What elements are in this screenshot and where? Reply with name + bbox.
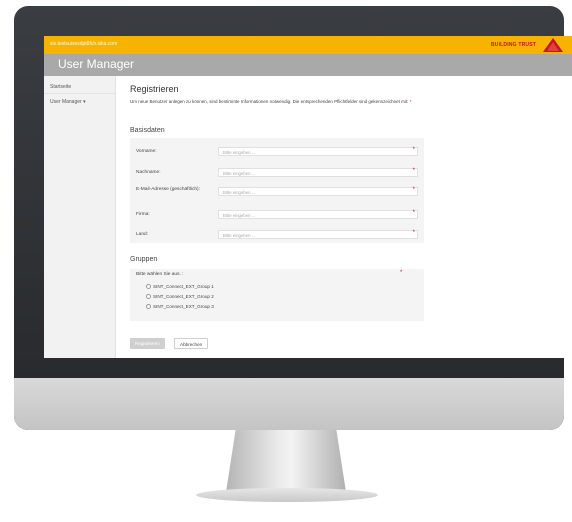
group-option-label: SINT_Connect_EXT_Group 2	[153, 294, 214, 299]
sidebar: Startseite User Manager ▾	[44, 76, 116, 358]
field-label-email: E-Mail-Adresse (geschäftlich):	[136, 187, 200, 192]
intro-text-body: Um neue Benutzer anlegen zu können, sind…	[130, 99, 409, 104]
required-marker: *	[409, 99, 412, 104]
basisdaten-heading: Basisdaten	[130, 127, 165, 134]
brand-slogan: BUILDING TRUST	[490, 42, 536, 48]
field-label-vorname: Vorname:	[136, 149, 157, 154]
basisdaten-panel: Vorname: Bitte eingeben ... * Nachname: …	[130, 138, 424, 243]
gruppen-prompt: Bitte wählen Sie aus. :	[136, 272, 184, 277]
monitor-chin	[14, 378, 564, 430]
group-option-label: SINT_Connect_EXT_Group 3	[153, 304, 214, 309]
cancel-button[interactable]: Abbrechen	[174, 338, 209, 349]
page-title: Registrieren	[130, 84, 179, 94]
radio-icon[interactable]	[146, 284, 151, 290]
email-placeholder: Bitte eingeben ...	[223, 189, 256, 195]
required-star: *	[412, 147, 415, 153]
sidebar-item-startseite[interactable]: Startseite	[44, 80, 116, 94]
app-title-bar: User Manager	[44, 54, 572, 76]
top-bar: sis.testsuisesdpt8fch.sika.com BUILDING …	[44, 36, 572, 54]
required-star: *	[412, 230, 415, 236]
land-placeholder: Bitte eingeben ...	[223, 232, 256, 238]
nachname-input[interactable]: Bitte eingeben ... *	[218, 168, 418, 177]
gruppen-heading: Gruppen	[130, 256, 158, 263]
sidebar-item-user-manager[interactable]: User Manager ▾	[44, 95, 116, 109]
vorname-placeholder: Bitte eingeben ...	[223, 149, 256, 155]
required-star: *	[412, 187, 415, 193]
firma-input[interactable]: Bitte eingeben ... *	[218, 210, 418, 219]
group-option-2[interactable]: SINT_Connect_EXT_Group 2	[146, 294, 214, 300]
group-option-1[interactable]: SINT_Connect_EXT_Group 1	[146, 284, 214, 290]
required-star: *	[412, 210, 415, 216]
land-select[interactable]: Bitte eingeben ... *	[218, 230, 418, 239]
registration-form: Registrieren Um neue Benutzer anlegen zu…	[130, 76, 560, 358]
field-label-firma: Firma:	[136, 212, 150, 217]
field-label-nachname: Nachname:	[136, 170, 161, 175]
site-url[interactable]: sis.testsuisesdpt8fch.sika.com	[50, 41, 117, 47]
email-input[interactable]: Bitte eingeben ... *	[218, 187, 418, 196]
app-title: User Manager	[58, 57, 135, 71]
firma-placeholder: Bitte eingeben ...	[223, 212, 256, 218]
required-star: *	[412, 168, 415, 174]
field-label-land: Land:	[136, 232, 149, 237]
register-button[interactable]: Registrieren	[130, 338, 165, 349]
intro-text: Um neue Benutzer anlegen zu können, sind…	[130, 99, 430, 105]
monitor-mockup: sis.testsuisesdpt8fch.sika.com BUILDING …	[0, 0, 572, 522]
vorname-input[interactable]: Bitte eingeben ... *	[218, 147, 418, 156]
monitor-stand-base	[196, 488, 378, 502]
group-option-label: SINT_Connect_EXT_Group 1	[153, 284, 214, 289]
monitor-screen: sis.testsuisesdpt8fch.sika.com BUILDING …	[44, 36, 572, 358]
nachname-placeholder: Bitte eingeben ...	[223, 170, 256, 176]
gruppen-panel: Bitte wählen Sie aus. : * SINT_Connect_E…	[130, 269, 424, 321]
group-option-3[interactable]: SINT_Connect_EXT_Group 3	[146, 304, 214, 310]
monitor-stand-neck	[226, 430, 346, 492]
radio-icon[interactable]	[146, 294, 151, 300]
sika-logo-icon[interactable]	[542, 37, 564, 53]
radio-icon[interactable]	[146, 304, 151, 310]
required-star: *	[400, 270, 403, 276]
